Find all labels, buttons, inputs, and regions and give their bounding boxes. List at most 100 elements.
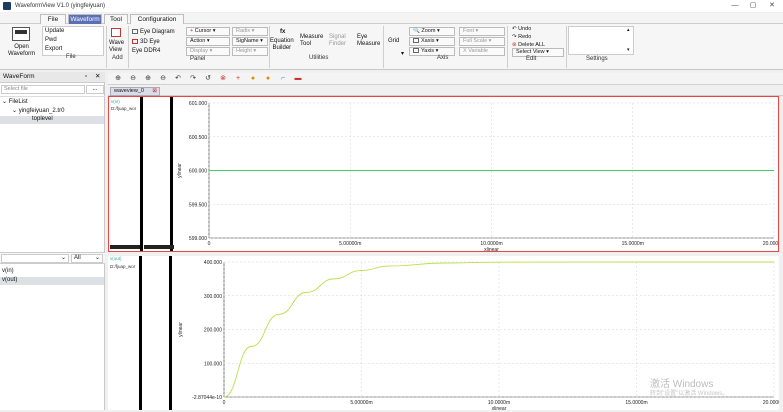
- zoom-in-icon[interactable]: ⊕: [114, 75, 122, 83]
- eye-ddr4-button[interactable]: Eye DDR4: [132, 48, 160, 54]
- full-scale-label: Full Scale: [463, 38, 488, 44]
- x-tick-label: 20.0000m: [763, 241, 778, 247]
- pwd-button[interactable]: Pwd: [45, 37, 57, 43]
- action-dropdown[interactable]: Action ▾: [186, 37, 230, 46]
- rotate-left-icon[interactable]: ↶: [174, 75, 182, 83]
- tree-node-label: toplevel: [32, 116, 53, 122]
- 3d-eye-button[interactable]: 3D Eye: [132, 39, 160, 45]
- scrollbar: [110, 245, 140, 249]
- tree-file[interactable]: ⌄ yingfeiyuan_2.tr0: [12, 107, 64, 114]
- signal-finder-button[interactable]: Signal Finder: [329, 34, 346, 48]
- full-scale-dropdown[interactable]: Full Scale ▾: [459, 37, 505, 46]
- close-button[interactable]: ✕: [763, 0, 781, 12]
- xaxis-dropdown[interactable]: Xaxis ▾: [409, 37, 455, 46]
- browse-button[interactable]: ...: [86, 85, 104, 94]
- zoom-y-icon[interactable]: ⊖: [159, 75, 167, 83]
- open-waveform-icon[interactable]: [12, 27, 30, 41]
- clear-icon[interactable]: ▬: [294, 75, 302, 83]
- scroll-up-icon[interactable]: ▴: [627, 27, 630, 33]
- display-dropdown[interactable]: Display ▾: [186, 47, 230, 56]
- divider: [106, 26, 107, 68]
- eye-measure-button[interactable]: Eye Measure: [357, 34, 380, 48]
- marker-delete-icon[interactable]: ●: [264, 75, 272, 83]
- xaxis-label: Xaxis: [421, 38, 435, 44]
- font-label: Font: [463, 28, 475, 34]
- x-tick-label: 20.0000m: [763, 400, 779, 406]
- file-path-label: D:/fjuap_wor: [110, 264, 136, 269]
- y-tick-label: 600.500: [189, 135, 207, 141]
- chevron-down-icon: ⌄: [60, 255, 66, 261]
- yaxis-icon: [413, 48, 419, 54]
- tree-node-row[interactable]: toplevel: [0, 116, 104, 124]
- undo-button[interactable]: ↶ Undo: [512, 26, 531, 32]
- measure-icon[interactable]: ⌐: [279, 75, 287, 83]
- measure-tool-button[interactable]: Measure Tool: [300, 34, 323, 48]
- y-tick-label: 100.000: [204, 361, 222, 367]
- marker-icon[interactable]: ●: [249, 75, 257, 83]
- tab-configuration[interactable]: Configuration: [130, 14, 184, 24]
- wave-view-button[interactable]: Wave View: [109, 40, 124, 54]
- column-divider: [169, 256, 172, 410]
- float-panel-icon[interactable]: ▫: [85, 72, 87, 82]
- eye-diagram-label: Eye Diagram: [140, 29, 175, 36]
- refresh-icon[interactable]: ↺: [204, 75, 212, 83]
- delete-icon[interactable]: ⊗: [219, 75, 227, 83]
- font-dropdown[interactable]: Font ▾: [459, 27, 505, 36]
- radix-dropdown[interactable]: Radix ▾: [232, 27, 268, 36]
- tab-tool[interactable]: Tool: [104, 14, 128, 24]
- tree-root[interactable]: ⌄ FileList: [2, 98, 28, 105]
- file-actions-list: Update Pwd Export: [42, 26, 104, 56]
- tab-waveview[interactable]: waveview_0 ⊠: [110, 87, 160, 96]
- redo-button[interactable]: ↷ Redo: [512, 34, 531, 40]
- eye-diagram-icon: [132, 29, 138, 34]
- signal-type-dropdown[interactable]: All ⌄: [71, 254, 103, 263]
- height-dropdown[interactable]: Height ▾: [232, 47, 268, 56]
- chevron-down-icon: ⌄: [94, 255, 100, 261]
- update-button[interactable]: Update: [45, 28, 64, 34]
- equation-builder-button[interactable]: Equation Builder: [270, 38, 294, 52]
- y-tick-label: 400.000: [204, 260, 222, 266]
- waveform-toolbar: ⊕ ⊖ ⊕ ⊖ ↶ ↷ ↺ ⊗ + ● ● ⌐ ▬: [108, 73, 783, 85]
- select-view-dropdown[interactable]: Select View ▾: [512, 48, 564, 57]
- zoom-dropdown[interactable]: 🔍 Zoom ▾: [409, 27, 455, 36]
- tab-file[interactable]: File: [40, 14, 66, 24]
- close-tab-icon[interactable]: ⊠: [152, 88, 157, 95]
- select-view-label: Select View: [516, 49, 545, 55]
- close-panel-icon[interactable]: ✕: [95, 72, 100, 82]
- add-cursor-icon[interactable]: +: [234, 75, 242, 83]
- open-waveform-button[interactable]: Open Waveform: [8, 44, 35, 58]
- select-file-input[interactable]: Select file: [1, 85, 85, 94]
- rotate-right-icon[interactable]: ↷: [189, 75, 197, 83]
- column-divider: [139, 256, 142, 410]
- waveform-plot-1[interactable]: v(in) D:/fjuap_wor 0 5.00000m 10.0000m 15.000…: [108, 96, 783, 253]
- signal-item[interactable]: v(in): [2, 268, 14, 274]
- x-variable-dropdown[interactable]: X Variable: [459, 47, 505, 56]
- grid-dropdown-icon[interactable]: ▾: [401, 50, 404, 57]
- signal-item-selected[interactable]: v(out): [0, 277, 104, 285]
- y-axis-label: ylinear: [177, 163, 183, 178]
- minimize-button[interactable]: —: [726, 0, 744, 12]
- tab-waveform[interactable]: Waveform: [68, 14, 102, 24]
- waveform-panel-header: WaveForm ▫ ✕: [0, 72, 105, 83]
- maximize-button[interactable]: ▢: [744, 0, 762, 12]
- app-icon: [3, 2, 11, 10]
- plot-1-svg[interactable]: v(in)D:/fjuap_wor0 5.00000m 10.0000m 15.000…: [109, 97, 783, 253]
- grid-button[interactable]: Grid: [388, 38, 399, 44]
- eye-diagram-button[interactable]: Eye Diagram: [132, 29, 175, 35]
- export-button[interactable]: Export: [45, 46, 62, 52]
- display-label: Display: [190, 48, 209, 54]
- scroll-down-icon[interactable]: ▾: [627, 47, 630, 53]
- yaxis-label: Yaxis: [421, 48, 435, 54]
- zoom-out-icon[interactable]: ⊖: [129, 75, 137, 83]
- signal-filter-dropdown[interactable]: ⌄: [1, 254, 69, 263]
- ribbon: Open Waveform Update Pwd Export File Wav…: [0, 24, 783, 70]
- wave-view-icon[interactable]: [111, 28, 121, 37]
- cursor-dropdown[interactable]: + Cursor ▾: [186, 27, 230, 36]
- x-variable-label: X Variable: [463, 48, 488, 54]
- zoom-x-icon[interactable]: ⊕: [144, 75, 152, 83]
- signame-dropdown[interactable]: SigName ▾: [232, 37, 268, 46]
- divider: [0, 96, 105, 97]
- y-tick-label: 200.000: [204, 328, 222, 334]
- settings-list[interactable]: ▴ ▾: [568, 26, 634, 55]
- add-group-label: Add: [112, 55, 123, 61]
